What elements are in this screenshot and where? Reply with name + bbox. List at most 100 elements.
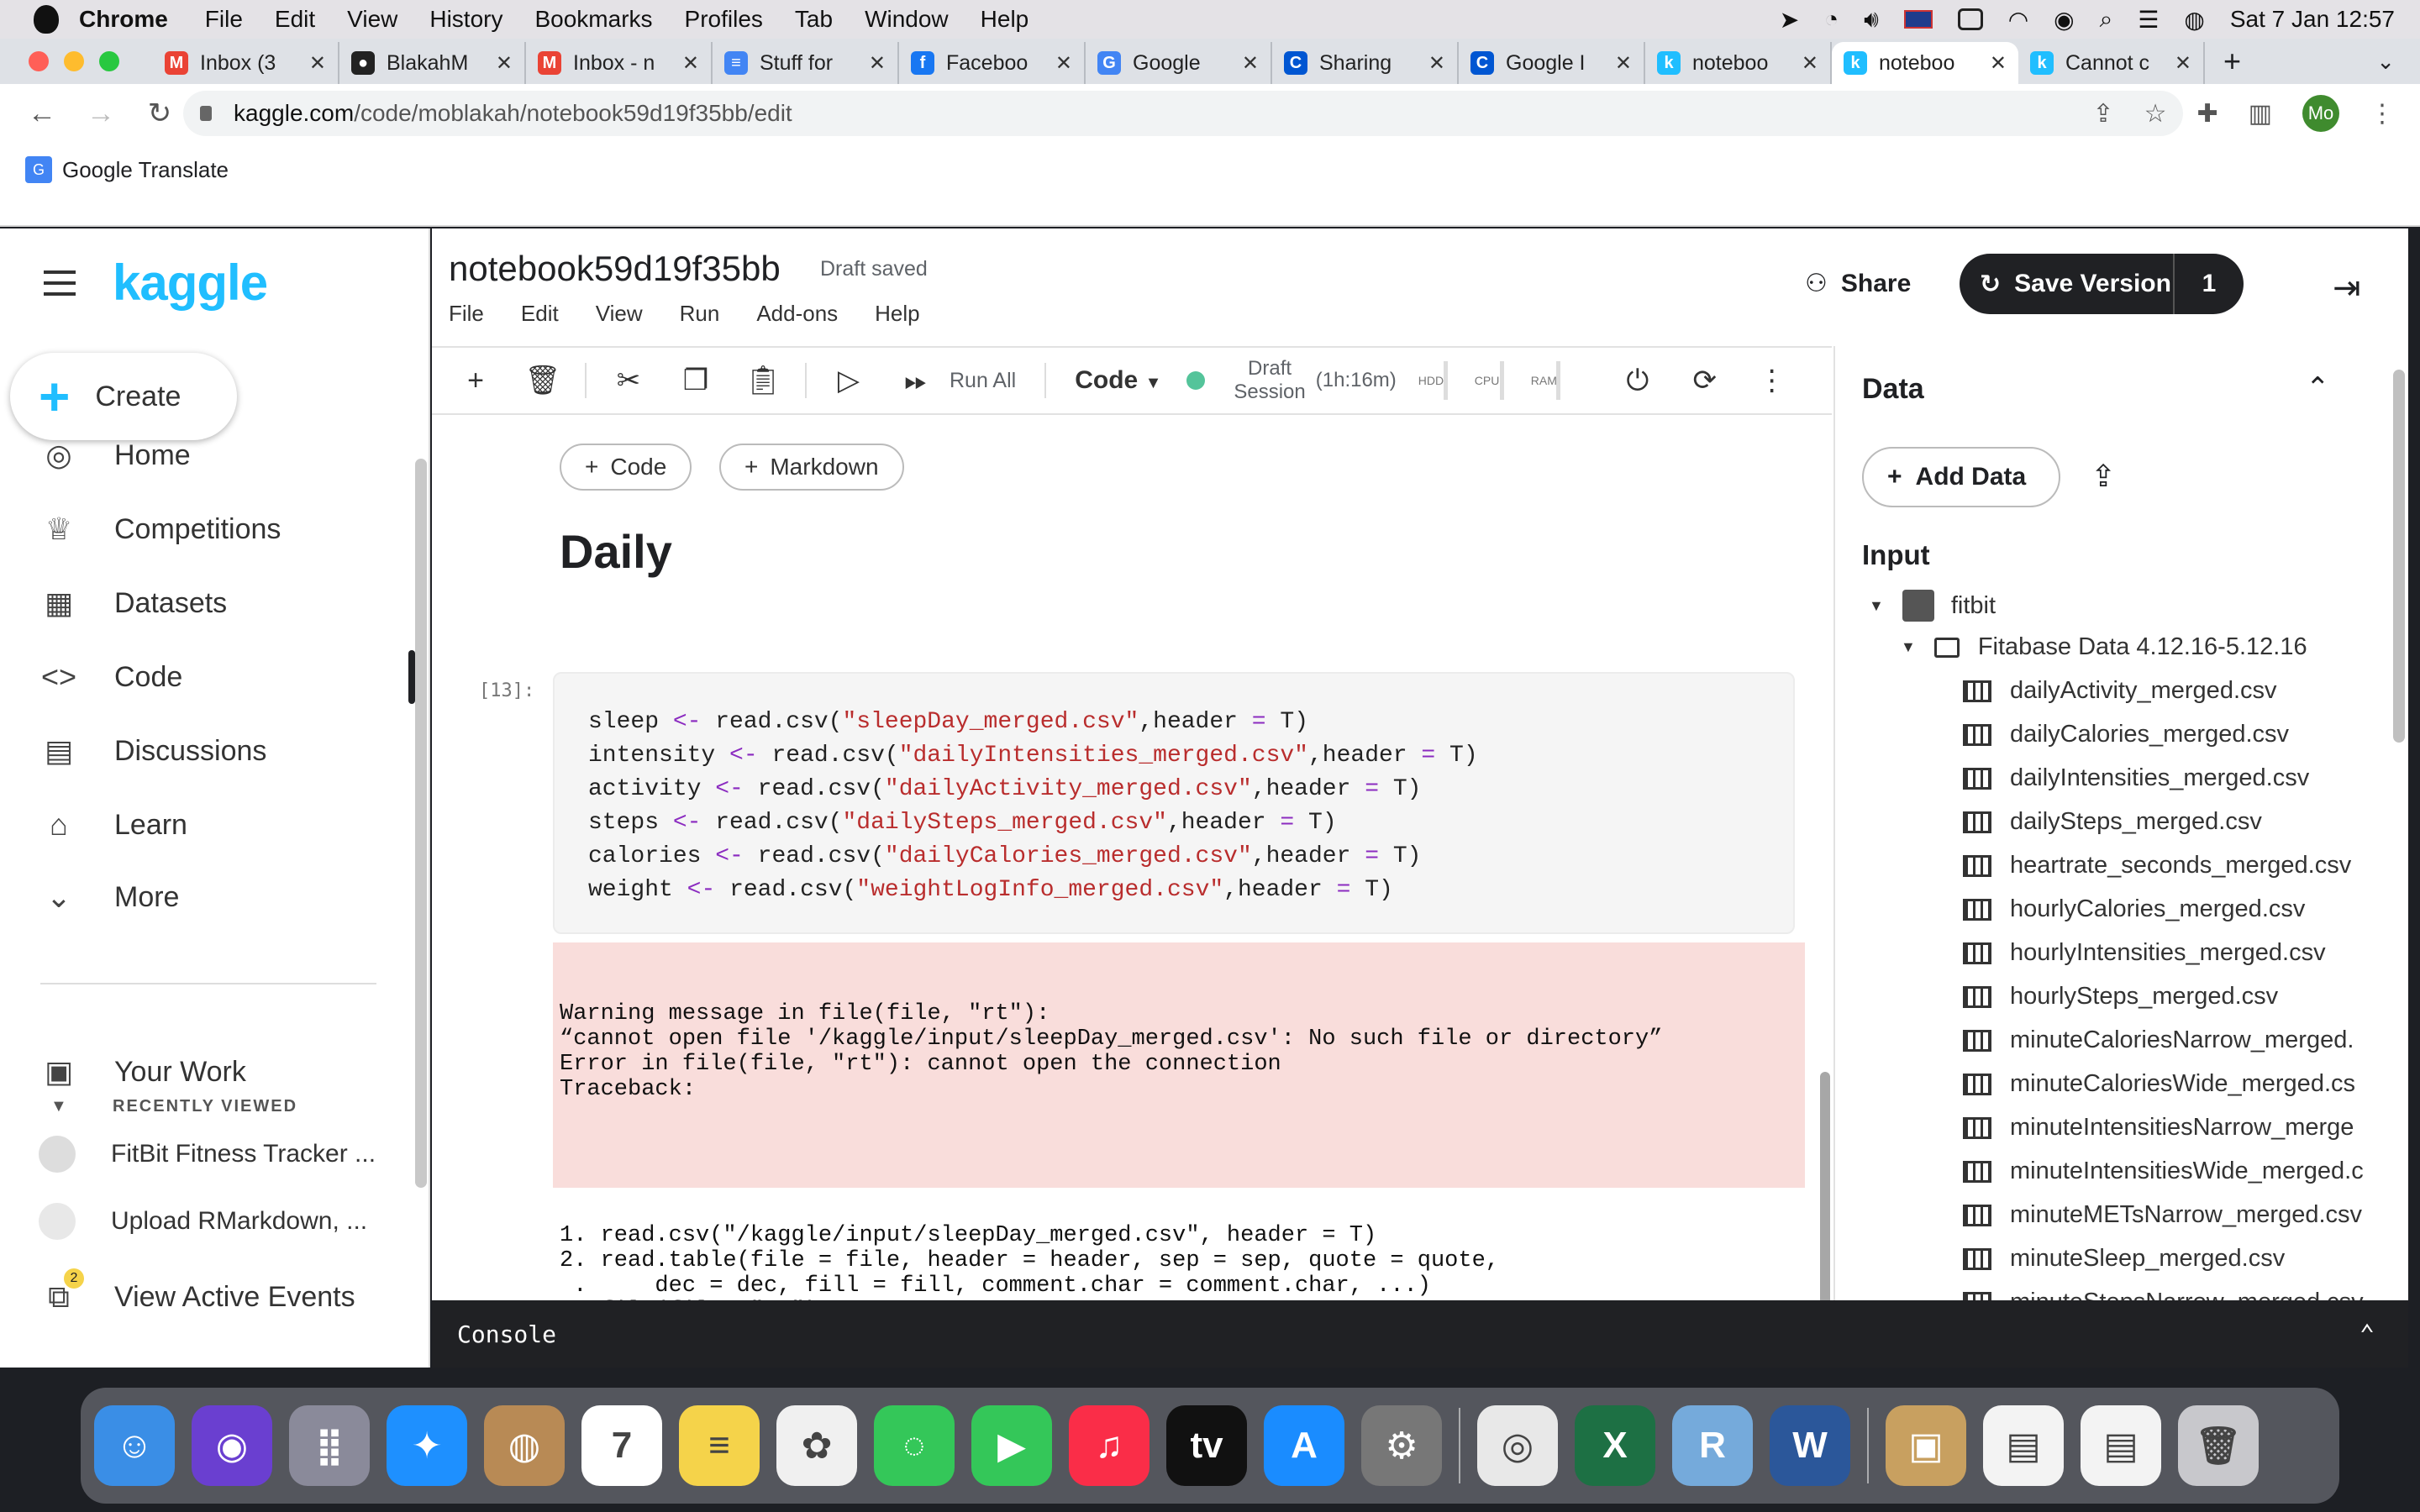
siri-icon[interactable]: ◉: [192, 1405, 272, 1486]
data-file-item[interactable]: minuteCaloriesNarrow_merged.: [1963, 1026, 2408, 1054]
menubar-history[interactable]: History: [429, 6, 502, 33]
browser-tab[interactable]: f Faceboo ✕: [899, 42, 1086, 84]
notes-icon[interactable]: ≡: [679, 1405, 760, 1486]
facetime-icon[interactable]: ▶: [971, 1405, 1052, 1486]
tab-close-icon[interactable]: ✕: [1428, 51, 1445, 76]
data-file-item[interactable]: minuteIntensitiesNarrow_merge: [1963, 1114, 2408, 1142]
photos-icon[interactable]: ✿: [776, 1405, 857, 1486]
notebook-title[interactable]: notebook59d19f35bb: [449, 249, 781, 289]
menu-file[interactable]: File: [449, 301, 484, 327]
more-options-icon[interactable]: ⋮: [1739, 364, 1806, 397]
rstudio-icon[interactable]: R: [1672, 1405, 1753, 1486]
siri-menubar-icon[interactable]: ◍: [2184, 6, 2204, 34]
data-file-item[interactable]: dailyActivity_merged.csv: [1963, 677, 2408, 705]
sidebar-item-more[interactable]: ⌄ More: [0, 862, 412, 932]
profile-avatar[interactable]: Mo: [2302, 95, 2339, 132]
recent-item[interactable]: Upload RMarkdown, ...: [39, 1203, 367, 1240]
tab-close-icon[interactable]: ✕: [1615, 51, 1632, 76]
menu-add-ons[interactable]: Add-ons: [756, 301, 838, 327]
recent-item[interactable]: FitBit Fitness Tracker ...: [39, 1136, 376, 1173]
new-tab-button[interactable]: +: [2223, 44, 2241, 79]
user-icon[interactable]: ◉: [2054, 6, 2074, 34]
reload-button[interactable]: ↻: [143, 97, 176, 130]
input-source-flag-icon[interactable]: [1903, 10, 1933, 29]
system-preferences-icon[interactable]: ⚙: [1361, 1405, 1442, 1486]
cell-type-select[interactable]: Code ▼: [1075, 366, 1161, 395]
run-all-button[interactable]: Run All: [950, 369, 1016, 393]
tab-close-icon[interactable]: ✕: [2175, 51, 2191, 76]
run-cell-icon[interactable]: ▷: [815, 364, 882, 397]
menubar-bookmarks[interactable]: Bookmarks: [534, 6, 652, 33]
data-file-item[interactable]: dailyIntensities_merged.csv: [1963, 764, 2408, 792]
data-file-item[interactable]: minuteMETsNarrow_merged.csv: [1963, 1201, 2408, 1229]
apple-icon[interactable]: [34, 5, 59, 34]
music-icon[interactable]: ♫: [1069, 1405, 1150, 1486]
appstore-icon[interactable]: A: [1264, 1405, 1344, 1486]
view-active-events[interactable]: ⧉ 2 View Active Events: [0, 1262, 412, 1332]
tab-close-icon[interactable]: ✕: [1802, 51, 1818, 76]
add-code-cell-button[interactable]: + Code: [560, 444, 692, 491]
minimize-window-button[interactable]: [64, 51, 84, 71]
menubar-view[interactable]: View: [347, 6, 397, 33]
sidebar-scrollbar[interactable]: [415, 459, 427, 1188]
data-file-item[interactable]: dailySteps_merged.csv: [1963, 808, 2408, 836]
add-markdown-cell-button[interactable]: + Markdown: [719, 444, 904, 491]
data-panel-scrollbar[interactable]: [2393, 370, 2405, 743]
menubar-help[interactable]: Help: [981, 6, 1029, 33]
browser-tab[interactable]: M Inbox (3 ✕: [153, 42, 339, 84]
screen-share-icon[interactable]: ◔: [1824, 6, 1839, 33]
expand-caret-icon[interactable]: ▼: [1869, 597, 1884, 615]
data-file-item[interactable]: hourlySteps_merged.csv: [1963, 983, 2408, 1011]
chrome-icon[interactable]: ◎: [1477, 1405, 1558, 1486]
browser-tab[interactable]: G Google ✕: [1086, 42, 1272, 84]
zoom-window-button[interactable]: [99, 51, 119, 71]
control-center-icon[interactable]: ☰: [2138, 6, 2159, 34]
expand-caret-icon[interactable]: ▼: [1901, 638, 1916, 656]
copy-icon[interactable]: ❐: [662, 364, 729, 397]
version-count[interactable]: 1: [2173, 254, 2244, 314]
restart-icon[interactable]: ⟳: [1671, 364, 1739, 397]
browser-tab[interactable]: C Sharing ✕: [1272, 42, 1459, 84]
chevron-up-icon[interactable]: ⌃: [2360, 1320, 2375, 1349]
tab-close-icon[interactable]: ✕: [496, 51, 513, 76]
tab-close-icon[interactable]: ✕: [1990, 51, 2007, 76]
back-button[interactable]: ←: [25, 97, 59, 130]
close-window-button[interactable]: [29, 51, 49, 71]
browser-tab[interactable]: k noteboo ✕: [1645, 42, 1832, 84]
notebook-scrollbar[interactable]: [1820, 1072, 1830, 1307]
menubar-app-name[interactable]: Chrome: [79, 6, 168, 33]
trash-icon[interactable]: 🗑: [2178, 1405, 2259, 1486]
menu-help[interactable]: Help: [875, 301, 919, 327]
bookmark-google-translate[interactable]: G Google Translate: [25, 156, 229, 183]
menubar-clock[interactable]: Sat 7 Jan 12:57: [2230, 6, 2395, 33]
menubar-file[interactable]: File: [205, 6, 243, 33]
browser-tab[interactable]: ● BlakahM ✕: [339, 42, 526, 84]
menu-edit[interactable]: Edit: [521, 301, 559, 327]
data-file-item[interactable]: minuteCaloriesWide_merged.cs: [1963, 1070, 2408, 1098]
launchpad-icon[interactable]: ⣿: [289, 1405, 370, 1486]
browser-menu-icon[interactable]: ⋮: [2370, 99, 2395, 129]
safari-icon[interactable]: ✦: [387, 1405, 467, 1486]
contacts-icon[interactable]: ◍: [484, 1405, 565, 1486]
excel-icon[interactable]: X: [1575, 1405, 1655, 1486]
wifi-icon[interactable]: ◠: [2008, 6, 2028, 34]
recently-viewed-heading[interactable]: ▼ RECENTLY VIEWED: [50, 1097, 297, 1116]
messages-icon[interactable]: ◌: [874, 1405, 955, 1486]
menu-view[interactable]: View: [596, 301, 643, 327]
browser-tab[interactable]: k noteboo ✕: [1832, 42, 2018, 84]
data-file-item[interactable]: hourlyCalories_merged.csv: [1963, 895, 2408, 923]
sidebar-item-datasets[interactable]: ▦ Datasets: [0, 568, 412, 638]
document-preview-icon[interactable]: ▤: [2081, 1405, 2161, 1486]
volume-icon[interactable]: 🔊︎: [1864, 6, 1879, 34]
add-cell-icon[interactable]: +: [442, 365, 509, 397]
word-icon[interactable]: W: [1770, 1405, 1850, 1486]
sidebar-item-learn[interactable]: ⌂ Learn: [0, 790, 412, 860]
sidebar-item-code[interactable]: <> Code: [0, 642, 415, 712]
kaggle-logo[interactable]: kaggle: [113, 254, 268, 312]
side-panel-icon[interactable]: ▥: [2249, 99, 2272, 129]
cut-icon[interactable]: ✂: [595, 364, 662, 397]
extensions-puzzle-icon[interactable]: ✚: [2197, 99, 2218, 129]
browser-tab[interactable]: k Cannot c ✕: [2018, 42, 2205, 84]
run-all-icon[interactable]: ⏩︎: [882, 365, 950, 397]
power-icon[interactable]: ⏻: [1604, 365, 1671, 397]
